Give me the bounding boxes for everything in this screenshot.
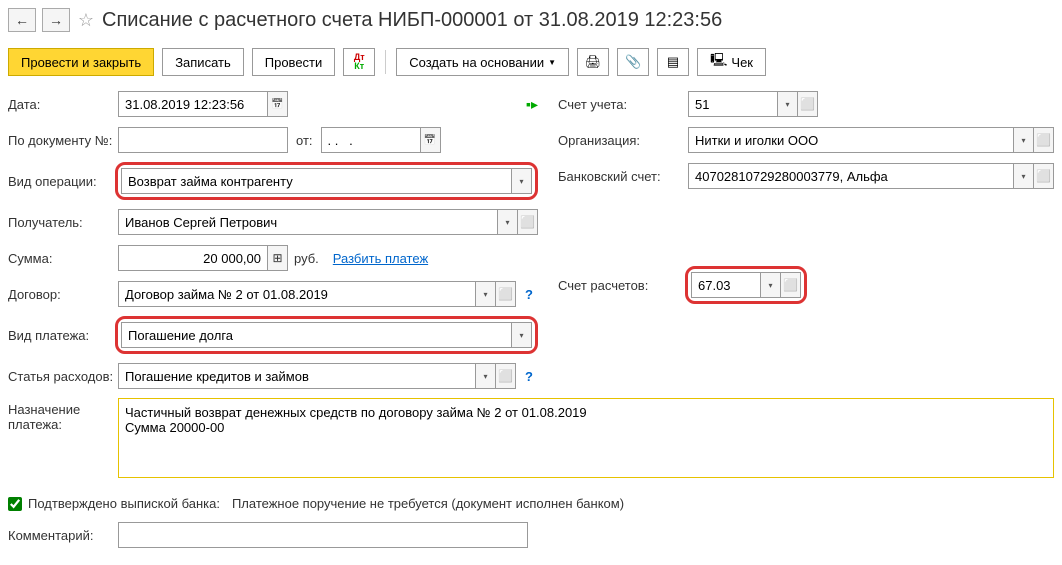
account-input[interactable]: [688, 91, 778, 117]
create-based-button[interactable]: Создать на основании ▼: [396, 48, 569, 76]
expense-dropdown[interactable]: [476, 363, 496, 389]
page-title: Списание с расчетного счета НИБП-000001 …: [102, 9, 722, 32]
list-icon: ▤: [667, 54, 679, 70]
contract-label: Договор:: [8, 287, 118, 302]
currency-label: руб.: [294, 251, 319, 266]
split-payment-link[interactable]: Разбить платеж: [333, 251, 428, 266]
account-label: Счет учета:: [558, 97, 688, 112]
expense-open[interactable]: ⬜: [496, 363, 516, 389]
settle-acc-open[interactable]: ⬜: [781, 272, 801, 298]
doc-num-input[interactable]: [118, 127, 288, 153]
chevron-down-icon: ▼: [548, 58, 556, 67]
open-icon: ⬜: [498, 287, 513, 301]
contract-input[interactable]: [118, 281, 476, 307]
account-dropdown[interactable]: [778, 91, 798, 117]
comment-input[interactable]: [118, 522, 528, 548]
help-icon[interactable]: ?: [520, 285, 538, 303]
forward-button[interactable]: →: [42, 8, 70, 32]
bank-acc-dropdown[interactable]: [1014, 163, 1034, 189]
doc-num-label: По документу №:: [8, 133, 118, 148]
settle-acc-label: Счет расчетов:: [558, 278, 685, 293]
help-icon-2[interactable]: ?: [520, 367, 538, 385]
org-input[interactable]: [688, 127, 1014, 153]
open-icon: ⬜: [520, 215, 535, 229]
settle-acc-dropdown[interactable]: [761, 272, 781, 298]
open-icon: ⬜: [800, 97, 815, 111]
back-button[interactable]: ←: [8, 8, 36, 32]
calc-button[interactable]: ⊞: [268, 245, 288, 271]
org-label: Организация:: [558, 133, 688, 148]
org-open[interactable]: ⬜: [1034, 127, 1054, 153]
open-icon: ⬜: [1036, 169, 1051, 183]
star-icon[interactable]: ☆: [76, 10, 96, 30]
post-button[interactable]: Провести: [252, 48, 336, 76]
payment-type-dropdown[interactable]: [512, 322, 532, 348]
expense-label: Статья расходов:: [8, 369, 118, 384]
dtKt-button[interactable]: ДтКт: [343, 48, 375, 76]
receipt-icon: 🖳: [710, 51, 727, 73]
calendar-button-2[interactable]: [421, 127, 441, 153]
recipient-label: Получатель:: [8, 215, 118, 230]
calendar-button[interactable]: [268, 91, 288, 117]
org-dropdown[interactable]: [1014, 127, 1034, 153]
open-icon: ⬜: [1036, 133, 1051, 147]
confirmed-checkbox[interactable]: [8, 497, 22, 511]
bank-acc-input[interactable]: [688, 163, 1014, 189]
attachment-button[interactable]: 📎: [617, 48, 649, 76]
print-button[interactable]: 🖨: [577, 48, 609, 76]
post-close-button[interactable]: Провести и закрыть: [8, 48, 154, 76]
date-label: Дата:: [8, 97, 118, 112]
confirmed-note: Платежное поручение не требуется (докуме…: [232, 496, 624, 511]
from-label: от:: [296, 133, 313, 148]
amount-label: Сумма:: [8, 251, 118, 266]
op-type-label: Вид операции:: [8, 174, 115, 189]
recipient-input[interactable]: [118, 209, 498, 235]
contract-dropdown[interactable]: [476, 281, 496, 307]
contract-open[interactable]: ⬜: [496, 281, 516, 307]
confirmed-label: Подтверждено выпиской банка:: [28, 496, 220, 511]
status-indicator-icon: ▪▸: [526, 96, 538, 113]
amount-input[interactable]: [118, 245, 268, 271]
open-icon: ⬜: [783, 278, 798, 292]
paperclip-icon: 📎: [625, 54, 641, 70]
payment-type-input[interactable]: [121, 322, 512, 348]
bank-acc-open[interactable]: ⬜: [1034, 163, 1054, 189]
expense-input[interactable]: [118, 363, 476, 389]
calc-icon: ⊞: [272, 251, 282, 265]
bank-acc-label: Банковский счет:: [558, 169, 688, 184]
comment-label: Комментарий:: [8, 528, 118, 543]
date-input[interactable]: [118, 91, 268, 117]
recipient-open[interactable]: ⬜: [518, 209, 538, 235]
doc-from-input[interactable]: [321, 127, 421, 153]
print-icon: 🖨: [585, 54, 602, 70]
list-button[interactable]: ▤: [657, 48, 689, 76]
write-button[interactable]: Записать: [162, 48, 244, 76]
purpose-textarea[interactable]: [118, 398, 1054, 478]
recipient-dropdown[interactable]: [498, 209, 518, 235]
dtKt-icon: ДтКт: [354, 53, 365, 71]
payment-type-label: Вид платежа:: [8, 328, 115, 343]
op-type-dropdown[interactable]: [512, 168, 532, 194]
account-open[interactable]: ⬜: [798, 91, 818, 117]
purpose-label: Назначение платежа:: [8, 398, 118, 432]
settle-acc-input[interactable]: [691, 272, 761, 298]
open-icon: ⬜: [498, 369, 513, 383]
check-button[interactable]: 🖳 Чек: [697, 48, 766, 76]
op-type-input[interactable]: [121, 168, 512, 194]
